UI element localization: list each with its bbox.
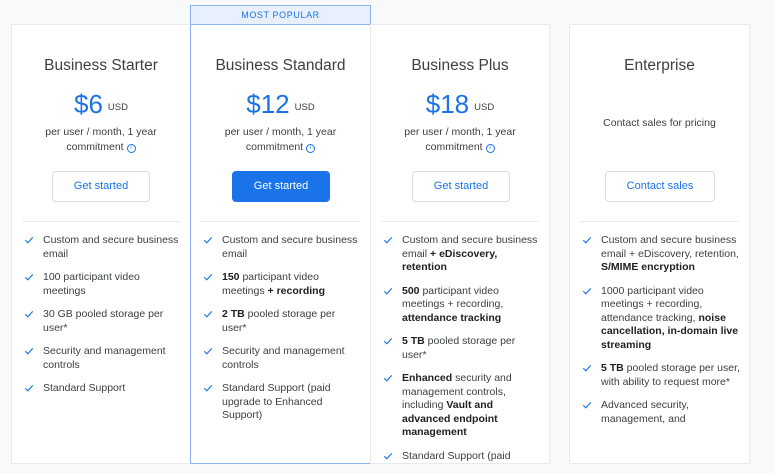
plan-card-business-starter: Business Starter $6 USD per user / month,… [11, 24, 191, 464]
price-currency: USD [474, 102, 495, 113]
plan-price: $18 USD [371, 89, 549, 120]
feature-item: Security and management controls [24, 345, 182, 372]
feature-item: 30 GB pooled storage per user* [24, 308, 182, 335]
feature-item: Custom and secure business email [24, 234, 182, 261]
feature-list: Custom and secure business email 150 par… [203, 234, 362, 433]
checkmark-icon [582, 236, 592, 244]
checkmark-icon [582, 364, 592, 372]
price-terms-line2: commitment [66, 141, 124, 153]
price-amount: $18 [425, 89, 470, 119]
get-started-button[interactable]: Get started [232, 171, 330, 202]
price-terms-line1: per user / month, 1 year [45, 126, 157, 138]
most-popular-badge: MOST POPULAR [190, 5, 371, 24]
feature-item: 100 participant video meetings [24, 271, 182, 298]
plan-card-business-plus: Business Plus $18 USD per user / month, 1… [370, 24, 550, 464]
price-terms-line2: commitment [245, 141, 304, 153]
price-terms: per user / month, 1 year commitment i [201, 125, 360, 155]
feature-item: Standard Support (paid [383, 450, 541, 464]
plan-card-enterprise: Enterprise Contact sales for pricing Con… [569, 24, 750, 464]
feature-list: Custom and secure business email + eDisc… [383, 234, 541, 473]
checkmark-icon [383, 236, 393, 244]
get-started-button[interactable]: Get started [412, 171, 510, 202]
info-icon[interactable]: i [485, 144, 495, 153]
plan-price: $6 USD [12, 89, 190, 120]
info-icon[interactable]: i [126, 144, 136, 153]
feature-item: Custom and secure business email + eDisc… [383, 234, 541, 275]
plan-name: Business Starter [44, 57, 158, 74]
price-terms: per user / month, 1 year commitment i [381, 125, 539, 155]
get-started-button[interactable]: Get started [52, 171, 150, 202]
checkmark-icon [203, 347, 213, 355]
divider [22, 221, 180, 222]
feature-item: 500 participant video meetings + recordi… [383, 285, 541, 326]
plan-name: Business Standard [215, 57, 346, 74]
checkmark-icon [24, 273, 34, 281]
checkmark-icon [203, 310, 213, 318]
checkmark-icon [203, 384, 213, 392]
feature-list: Custom and secure business email 100 par… [24, 234, 182, 406]
checkmark-icon [383, 337, 393, 345]
plan-card-business-standard: Business Standard $12 USD per user / mont… [190, 24, 371, 464]
feature-item: 1000 participant video meetings + record… [582, 285, 741, 353]
checkmark-icon [582, 401, 592, 409]
feature-list: Custom and secure business email + eDisc… [582, 234, 741, 436]
price-terms-line1: per user / month, 1 year [404, 126, 516, 138]
price-terms: per user / month, 1 year commitment i [22, 125, 180, 155]
checkmark-icon [582, 287, 592, 295]
price-amount: $12 [246, 89, 290, 119]
checkmark-icon [24, 384, 34, 392]
checkmark-icon [203, 273, 213, 281]
contact-pricing-text: Contact sales for pricing [603, 117, 716, 129]
price-terms-line1: per user / month, 1 year [224, 126, 337, 138]
checkmark-icon [383, 287, 393, 295]
divider [381, 221, 539, 222]
price-currency: USD [294, 102, 315, 113]
price-amount: $6 [74, 89, 103, 119]
divider [580, 221, 739, 222]
plan-price: $12 USD [191, 89, 370, 120]
checkmark-icon [24, 310, 34, 318]
feature-item: Custom and secure business email [203, 234, 362, 261]
feature-item: 5 TB pooled storage per user, with abili… [582, 362, 741, 389]
feature-item: Standard Support [24, 382, 182, 396]
plan-name: Business Plus [411, 57, 509, 74]
feature-item: Enhanced security and management control… [383, 372, 541, 440]
checkmark-icon [24, 236, 34, 244]
feature-item: Advanced security, management, and [582, 399, 741, 426]
divider [201, 221, 360, 222]
price-currency: USD [107, 102, 128, 113]
price-terms-line2: commitment [425, 141, 483, 153]
checkmark-icon [383, 374, 393, 382]
feature-item: 150 participant video meetings + recordi… [203, 271, 362, 298]
checkmark-icon [24, 347, 34, 355]
checkmark-icon [383, 452, 393, 460]
checkmark-icon [203, 236, 213, 244]
feature-item: Standard Support (paid upgrade to Enhanc… [203, 382, 362, 423]
feature-item: 5 TB pooled storage per user* [383, 335, 541, 362]
feature-item: Custom and secure business email + eDisc… [582, 234, 741, 275]
feature-item: Security and management controls [203, 345, 362, 372]
contact-sales-button[interactable]: Contact sales [605, 171, 715, 202]
feature-item: 2 TB pooled storage per user* [203, 308, 362, 335]
info-icon[interactable]: i [306, 144, 316, 153]
plan-name: Enterprise [624, 57, 695, 74]
